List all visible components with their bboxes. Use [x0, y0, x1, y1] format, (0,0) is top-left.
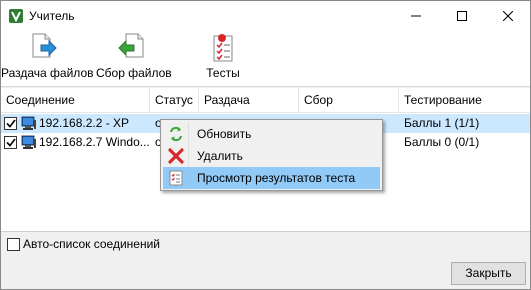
maximize-icon: [457, 11, 467, 21]
column-collection[interactable]: Сбор: [299, 88, 399, 113]
tests-label: Тесты: [206, 66, 240, 80]
minimize-icon: [411, 15, 421, 17]
column-connection[interactable]: Соединение: [1, 88, 150, 113]
test-results-icon: [169, 170, 183, 186]
title-bar: Учитель: [1, 1, 530, 31]
menu-item-label: Удалить: [197, 149, 243, 163]
row-checkbox[interactable]: [4, 117, 17, 130]
collect-files-button[interactable]: Сбор файлов: [96, 33, 172, 85]
connection-cell: 192.168.2.7 Windo...: [39, 135, 150, 149]
collect-files-icon: [118, 33, 144, 58]
column-distribution[interactable]: Раздача: [199, 88, 299, 113]
checkmark-icon: [5, 138, 16, 147]
column-testing[interactable]: Тестирование: [399, 88, 530, 113]
tests-button[interactable]: Тесты: [201, 33, 245, 85]
connection-cell: 192.168.2.2 - XP: [39, 116, 130, 130]
teacher-window: Учитель Раздача файлов Сбор файлов Тесты…: [0, 0, 531, 290]
auto-list-checkbox[interactable]: [7, 238, 20, 251]
menu-item-view-test-results[interactable]: Просмотр результатов теста: [163, 167, 380, 189]
menu-item-delete[interactable]: Удалить: [163, 145, 380, 167]
testing-cell: Баллы 1 (1/1): [404, 116, 480, 130]
menu-item-label: Просмотр результатов теста: [197, 171, 356, 185]
checkmark-icon: [5, 119, 16, 128]
close-button[interactable]: Закрыть: [451, 262, 526, 285]
minimize-button[interactable]: [393, 1, 439, 31]
maximize-button[interactable]: [439, 1, 485, 31]
menu-item-label: Обновить: [197, 127, 252, 141]
computer-icon: [21, 135, 36, 149]
testing-cell: Баллы 0 (0/1): [404, 135, 480, 149]
distribute-files-label: Раздача файлов: [1, 66, 94, 80]
close-icon: [503, 11, 513, 21]
column-status[interactable]: Статус: [150, 88, 199, 113]
tests-icon: [213, 34, 233, 62]
refresh-icon: [170, 126, 182, 142]
context-menu: Обновить Удалить Просмотр результатов те…: [160, 119, 383, 191]
distribute-files-icon: [32, 33, 57, 58]
auto-list-label[interactable]: Авто-список соединений: [23, 237, 160, 251]
delete-icon: [168, 148, 184, 164]
close-window-button[interactable]: [485, 1, 531, 31]
distribute-files-button[interactable]: Раздача файлов: [1, 33, 94, 85]
toolbar: Раздача файлов Сбор файлов Тесты: [1, 31, 530, 87]
window-title: Учитель: [29, 9, 75, 23]
list-header: Соединение Статус Раздача Сбор Тестирова…: [1, 88, 530, 113]
row-checkbox[interactable]: [4, 136, 17, 149]
computer-icon: [21, 116, 36, 130]
app-icon: [9, 9, 23, 23]
collect-files-label: Сбор файлов: [96, 66, 172, 80]
menu-item-refresh[interactable]: Обновить: [163, 123, 380, 145]
